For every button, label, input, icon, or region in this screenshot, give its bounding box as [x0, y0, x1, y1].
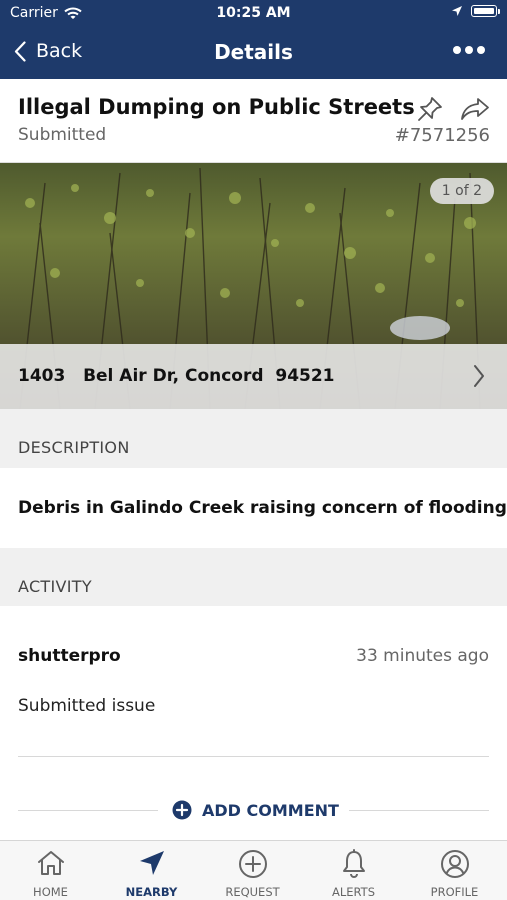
issue-status: Submitted — [18, 125, 107, 145]
issue-id: #7571256 — [394, 125, 490, 146]
activity-section-header: ACTIVITY — [0, 548, 507, 606]
tab-profile[interactable]: PROFILE — [404, 841, 505, 900]
plus-circle-outline-icon — [238, 850, 267, 878]
tab-request[interactable]: REQUEST — [202, 841, 303, 900]
nav-bar: Back Details — [0, 28, 507, 79]
description-header-label: DESCRIPTION — [18, 438, 130, 457]
home-icon — [37, 851, 64, 875]
description-section-header: DESCRIPTION — [0, 409, 507, 468]
battery-icon — [471, 5, 500, 17]
issue-header: Illegal Dumping on Public Streets Submit… — [0, 79, 507, 163]
plus-circle-icon — [172, 800, 192, 820]
tab-alerts-label: ALERTS — [331, 885, 376, 899]
activity-header-label: ACTIVITY — [18, 577, 92, 596]
more-options-icon[interactable] — [453, 46, 485, 54]
bell-icon — [342, 849, 365, 878]
status-bar: Carrier 10:25 AM — [0, 0, 507, 28]
activity-timestamp: 33 minutes ago — [356, 646, 489, 666]
issue-title: Illegal Dumping on Public Streets — [18, 95, 415, 119]
tab-nearby[interactable]: NEARBY — [101, 841, 202, 900]
add-comment-label: ADD COMMENT — [202, 800, 339, 820]
description-body: Debris in Galindo Creek raising concern … — [0, 468, 507, 548]
tab-alerts[interactable]: ALERTS — [303, 841, 404, 900]
tab-bar: HOME NEARBY REQUEST ALERTS PROFILE — [0, 840, 507, 900]
profile-icon — [440, 850, 469, 878]
photo-counter-badge: 1 of 2 — [429, 178, 494, 204]
description-text: Debris in Galindo Creek raising concern … — [18, 498, 507, 518]
tab-request-label: REQUEST — [225, 885, 280, 899]
address-row[interactable]: 1403 Bel Air Dr, Concord 94521 — [0, 344, 507, 409]
status-time: 10:25 AM — [216, 5, 291, 21]
tab-home-label: HOME — [33, 885, 68, 899]
status-right — [451, 5, 500, 17]
location-arrow-icon — [452, 6, 462, 16]
tab-nearby-label: NEARBY — [125, 885, 178, 899]
nearby-arrow-icon — [139, 851, 164, 875]
add-comment-button[interactable]: ADD COMMENT — [172, 800, 339, 820]
tab-profile-label: PROFILE — [430, 885, 479, 899]
activity-user: shutterpro — [18, 646, 121, 666]
share-icon[interactable] — [460, 97, 490, 121]
comment-divider-right — [349, 810, 489, 811]
pin-icon[interactable] — [416, 95, 444, 123]
activity-action: Submitted issue — [18, 696, 156, 716]
tab-home[interactable]: HOME — [0, 841, 101, 900]
chevron-right-icon — [474, 365, 484, 387]
activity-list: shutterpro 33 minutes ago Submitted issu… — [0, 606, 507, 840]
activity-divider — [18, 756, 489, 757]
comment-divider-left — [18, 810, 158, 811]
address-text: 1403 Bel Air Dr, Concord 94521 — [18, 366, 335, 386]
page-title: Details — [214, 40, 293, 64]
